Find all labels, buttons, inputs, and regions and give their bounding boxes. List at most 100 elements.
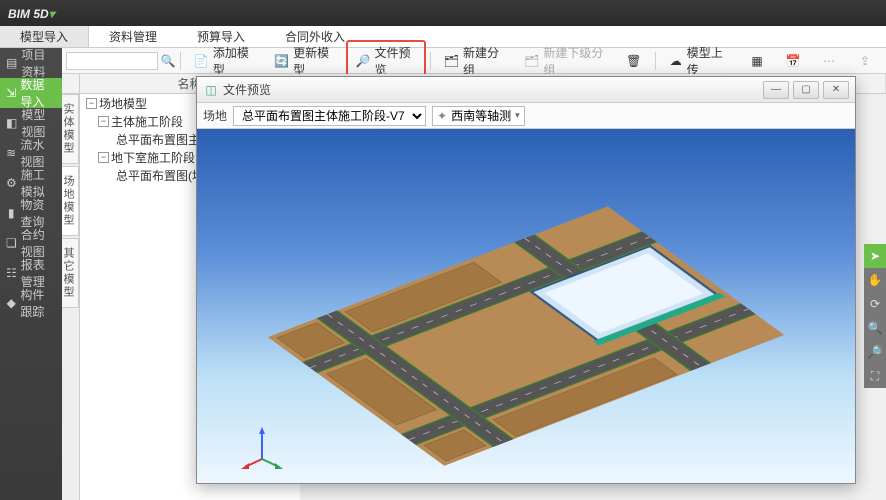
import-icon: ⇲ <box>6 86 16 100</box>
toolbar: 🔍 📄添加模型 🔄更新模型 🔎文件预览 🗂新建分组 🗂新建下级分组 🗑 ☁模型上… <box>62 48 886 74</box>
zoom-out-tool[interactable]: 🔎 <box>864 340 886 364</box>
minimize-button[interactable]: — <box>763 81 789 99</box>
dropdown-icon: ▾ <box>515 110 520 121</box>
vtab-entity-model[interactable]: 实体模型 <box>62 94 79 164</box>
vertical-tabs: 实体模型 场地模型 其它模型 <box>62 94 80 500</box>
tree-label: 场地模型 <box>99 95 147 112</box>
preview-title: 文件预览 <box>223 81 759 98</box>
sidebar-item-report[interactable]: ☷ 报表管理 <box>0 258 62 288</box>
cube-icon: ◧ <box>6 116 17 130</box>
upload-icon: ☁ <box>669 53 683 69</box>
btn-label: 添加模型 <box>213 44 254 78</box>
view-orientation-combo[interactable]: ✦ 西南等轴测 ▾ <box>432 106 525 126</box>
doc-icon: ❏ <box>6 236 17 250</box>
sidebar-label: 报表管理 <box>21 256 56 290</box>
search-input[interactable] <box>66 52 158 70</box>
app-titlebar: BIM 5D▾ <box>0 0 886 26</box>
collapse-icon[interactable]: − <box>98 116 109 127</box>
sidebar-item-contract-view[interactable]: ❏ 合约视图 <box>0 228 62 258</box>
sidebar-item-flow-view[interactable]: ≋ 流水视图 <box>0 138 62 168</box>
tree-label: 地下室施工阶段 <box>111 149 195 166</box>
collapse-icon[interactable]: − <box>98 152 109 163</box>
search-icon: 🔍 <box>161 54 176 68</box>
3d-viewport[interactable] <box>197 129 855 483</box>
gear-icon: ⚙ <box>6 176 17 190</box>
btn-label: 文件预览 <box>375 44 416 78</box>
cursor-icon: ➤ <box>870 249 880 263</box>
site-label: 场地 <box>203 107 227 124</box>
fit-tool[interactable]: ⛶ <box>864 364 886 388</box>
zoom-out-icon: 🔎 <box>868 345 883 359</box>
zoom-in-icon: 🔍 <box>868 321 883 335</box>
separator <box>430 52 431 70</box>
sidebar-item-component-track[interactable]: ◆ 构件跟踪 <box>0 288 62 318</box>
extra-button-4[interactable]: ⇪ <box>848 50 882 72</box>
export-icon: ⇪ <box>857 53 873 69</box>
search-button[interactable]: 🔍 <box>160 52 176 70</box>
axis-gizmo[interactable] <box>239 425 285 471</box>
compass-icon: ✦ <box>437 109 447 123</box>
file-plus-icon: 📄 <box>194 53 209 69</box>
vtab-other-model[interactable]: 其它模型 <box>62 238 79 308</box>
group-icon: 🗂 <box>444 53 459 69</box>
tag-icon: ▮ <box>6 206 16 220</box>
delete-icon: 🗑 <box>626 53 642 69</box>
collapse-icon[interactable]: − <box>86 98 97 109</box>
view-label: 西南等轴测 <box>451 107 511 124</box>
menu-tab-data-manage[interactable]: 资料管理 <box>89 26 177 47</box>
preview-titlebar[interactable]: ◫ 文件预览 — ▢ ✕ <box>197 77 855 103</box>
sidebar-item-construction-sim[interactable]: ⚙ 施工模拟 <box>0 168 62 198</box>
extra-button-3[interactable]: ⋯ <box>812 50 846 72</box>
sidebar-label: 模型视图 <box>21 106 56 140</box>
viewport-tools: ➤ ✋ ⟳ 🔍 🔎 ⛶ <box>864 244 886 388</box>
orbit-tool[interactable]: ⟳ <box>864 292 886 316</box>
btn-label: 更新模型 <box>293 44 334 78</box>
separator <box>180 52 181 70</box>
sidebar-item-model-view[interactable]: ◧ 模型视图 <box>0 108 62 138</box>
preview-toolbar: 场地 总平面布置图主体施工阶段-V7 ✦ 西南等轴测 ▾ <box>197 103 855 129</box>
sidebar-label: 物资查询 <box>20 196 56 230</box>
app-logo: BIM 5D▾ <box>8 6 55 21</box>
sidebar-item-project[interactable]: ▤ 项目资料 <box>0 48 62 78</box>
sidebar-label: 流水视图 <box>20 136 56 170</box>
refresh-icon: 🔄 <box>274 53 289 69</box>
vtab-site-model[interactable]: 场地模型 <box>62 166 79 236</box>
maximize-button[interactable]: ▢ <box>793 81 819 99</box>
btn-label: 新建分组 <box>463 44 504 78</box>
site-ground <box>268 206 784 465</box>
more-icon: ⋯ <box>821 53 837 69</box>
delete-button[interactable]: 🗑 <box>617 50 651 72</box>
close-button[interactable]: ✕ <box>823 81 849 99</box>
sidebar-label: 数据导入 <box>20 76 56 110</box>
flow-icon: ≋ <box>6 146 16 160</box>
subgroup-icon: 🗂 <box>524 53 539 69</box>
hand-icon: ✋ <box>868 273 883 287</box>
report-icon: ☷ <box>6 266 17 280</box>
sidebar-item-material-query[interactable]: ▮ 物资查询 <box>0 198 62 228</box>
preview-window-icon: ◫ <box>203 82 219 98</box>
vert-tab-stub <box>62 74 80 93</box>
clipboard-icon: ▤ <box>6 56 17 70</box>
pan-tool[interactable]: ✋ <box>864 268 886 292</box>
sidebar-label: 施工模拟 <box>21 166 56 200</box>
tree-label: 主体施工阶段 <box>111 113 183 130</box>
track-icon: ◆ <box>6 296 16 310</box>
extra-button-1[interactable]: ▦ <box>740 50 774 72</box>
site-select[interactable]: 总平面布置图主体施工阶段-V7 <box>233 106 426 126</box>
sidebar-label: 项目资料 <box>21 46 56 80</box>
menu-tab-model-import[interactable]: 模型导入 <box>0 26 89 47</box>
fit-icon: ⛶ <box>871 369 879 384</box>
separator <box>655 52 656 70</box>
settings-icon: ▦ <box>749 53 765 69</box>
zoom-in-tool[interactable]: 🔍 <box>864 316 886 340</box>
btn-label: 新建下级分组 <box>543 44 605 78</box>
sidebar-label: 合约视图 <box>21 226 56 260</box>
preview-icon: 🔎 <box>356 53 371 69</box>
orbit-icon: ⟳ <box>870 297 880 311</box>
extra-button-2[interactable]: 📅 <box>776 50 810 72</box>
sidebar-item-data-import[interactable]: ⇲ 数据导入 <box>0 78 62 108</box>
sidebar-label: 构件跟踪 <box>20 286 56 320</box>
btn-label: 模型上传 <box>687 44 729 78</box>
select-tool[interactable]: ➤ <box>864 244 886 268</box>
calendar-icon: 📅 <box>785 53 801 69</box>
